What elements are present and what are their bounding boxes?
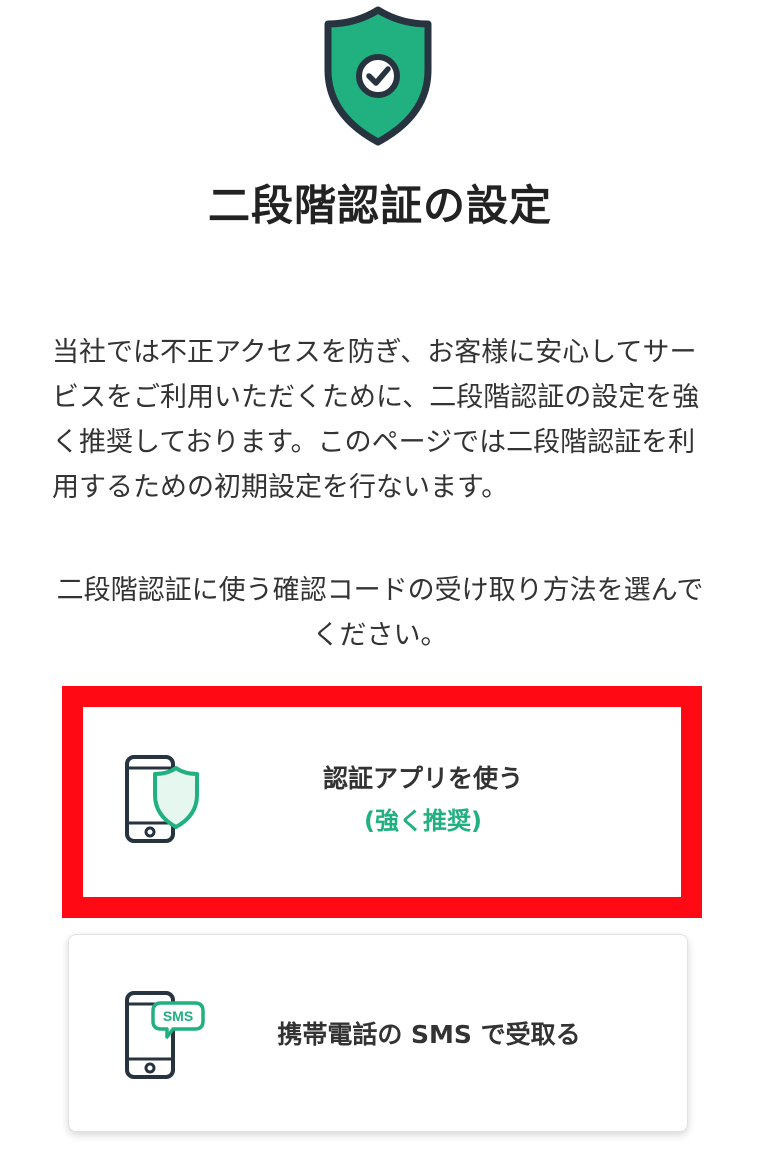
auth-app-option-button[interactable]: 認証アプリを使う (強く推奨) bbox=[83, 707, 681, 897]
shield-check-icon bbox=[322, 6, 434, 146]
sms-option-button[interactable]: SMS 携帯電話の SMS で受取る bbox=[68, 934, 688, 1132]
page-title: 二段階認証の設定 bbox=[207, 181, 552, 230]
phone-shield-icon bbox=[123, 753, 203, 847]
sms-bubble-text: SMS bbox=[163, 1008, 193, 1024]
instruction-text: 二段階認証に使う確認コードの受け取り方法を選んでください。 bbox=[56, 575, 704, 651]
intro-paragraph: 当社では不正アクセスを防ぎ、お客様に安心してサービスをご利用いただくために、二段… bbox=[52, 337, 700, 503]
sms-option-label: 携帯電話の SMS で受取る bbox=[277, 1020, 581, 1049]
recommended-badge: (強く推奨) bbox=[364, 807, 482, 835]
phone-sms-icon: SMS bbox=[123, 989, 207, 1083]
auth-app-option-label: 認証アプリを使う bbox=[322, 764, 523, 793]
